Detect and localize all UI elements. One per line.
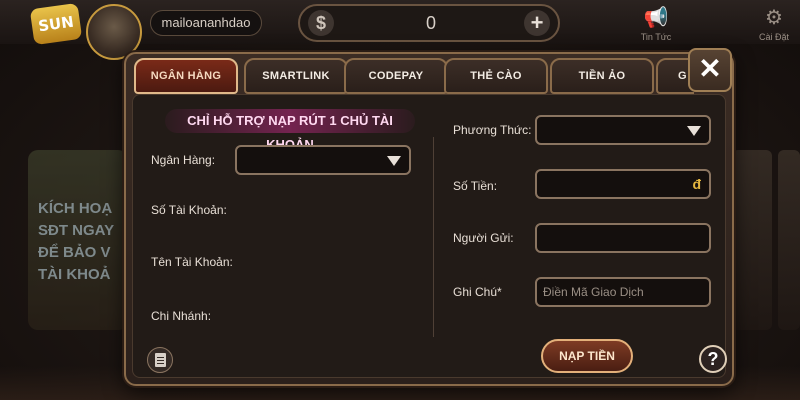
method-select[interactable] xyxy=(535,115,711,145)
sender-label: Người Gửi: xyxy=(453,231,514,245)
branch-label: Chi Nhánh: xyxy=(151,309,212,323)
currency-unit: đ xyxy=(692,176,701,192)
megaphone-icon: 📢 xyxy=(643,7,669,29)
tab-bank[interactable]: NGÂN HÀNG xyxy=(134,58,238,94)
amount-input[interactable]: đ xyxy=(535,169,711,199)
settings-button[interactable]: ⚙ Cài Đặt xyxy=(752,6,796,42)
help-icon[interactable]: ? xyxy=(699,345,727,373)
amount-label: Số Tiền: xyxy=(453,179,498,193)
game-card[interactable] xyxy=(778,150,800,330)
bank-label: Ngân Hàng: xyxy=(151,153,216,167)
document-icon[interactable] xyxy=(147,347,173,373)
tab-card[interactable]: THẺ CÀO xyxy=(444,58,548,94)
settings-label: Cài Đặt xyxy=(758,32,789,42)
method-label: Phương Thức: xyxy=(453,123,532,137)
tab-crypto[interactable]: TIỀN ẢO xyxy=(550,58,654,94)
promo-text: KÍCH HOẠ SĐT NGAY ĐỂ BẢO V TÀI KHOẢ xyxy=(38,200,115,283)
promo-banner[interactable]: KÍCH HOẠ SĐT NGAY ĐỂ BẢO V TÀI KHOẢ xyxy=(28,150,128,330)
username-display: mailoananhdao xyxy=(150,10,262,36)
gear-icon: ⚙ xyxy=(765,7,783,29)
bank-select[interactable] xyxy=(235,145,411,175)
tab-codepay[interactable]: CODEPAY xyxy=(344,58,448,94)
sender-input[interactable] xyxy=(535,223,711,253)
notice-banner: CHỈ HỖ TRỢ NẠP RÚT 1 CHỦ TÀI KHOẢN xyxy=(165,109,415,152)
tab-smartlink[interactable]: SMARTLINK xyxy=(244,58,348,94)
chevron-down-icon xyxy=(387,156,401,166)
account-number-label: Số Tài Khoản: xyxy=(151,203,227,217)
balance-bar: $ 0 + xyxy=(298,4,560,42)
deposit-button[interactable]: NẠP TIỀN xyxy=(541,339,633,373)
account-name-label: Tên Tài Khoản: xyxy=(151,255,233,269)
top-bar: SUN mailoananhdao $ 0 + 📢 Tin Tức ⚙ Cài … xyxy=(0,0,800,60)
note-input[interactable]: Điền Mã Giao Dịch xyxy=(535,277,711,307)
game-card[interactable] xyxy=(732,150,772,330)
column-divider xyxy=(433,137,434,337)
bank-deposit-panel: CHỈ HỖ TRỢ NẠP RÚT 1 CHỦ TÀI KHOẢN Ngân … xyxy=(132,94,727,378)
add-funds-button[interactable]: + xyxy=(524,10,550,36)
game-logo[interactable]: SUN xyxy=(29,2,83,46)
note-label: Ghi Chú* xyxy=(453,285,502,299)
payment-tabs: NGÂN HÀNG SMARTLINK CODEPAY THẺ CÀO TIỀN… xyxy=(134,58,694,94)
news-button[interactable]: 📢 Tin Tức xyxy=(634,6,678,42)
news-label: Tin Tức xyxy=(640,32,672,42)
close-button[interactable]: ✕ xyxy=(688,48,732,92)
note-placeholder: Điền Mã Giao Dịch xyxy=(543,285,644,299)
chevron-down-icon xyxy=(687,126,701,136)
balance-amount: 0 xyxy=(425,13,436,33)
deposit-dialog: NGÂN HÀNG SMARTLINK CODEPAY THẺ CÀO TIỀN… xyxy=(124,48,734,386)
